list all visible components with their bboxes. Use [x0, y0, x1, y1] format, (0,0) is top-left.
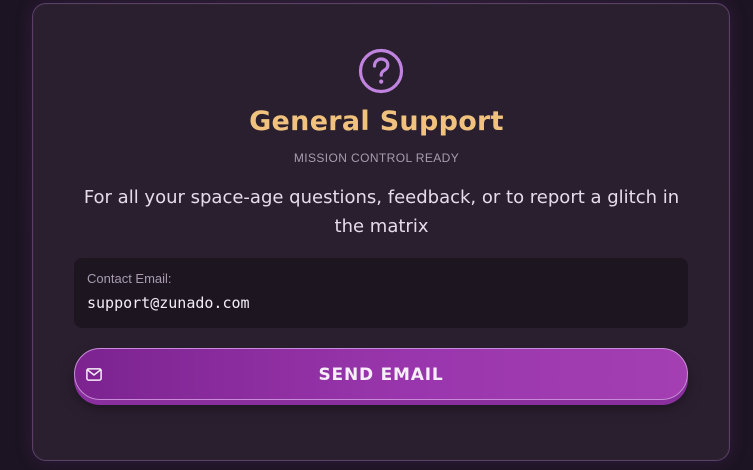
card-description: For all your space-age questions, feedba… — [83, 187, 680, 237]
question-circle-icon — [358, 48, 404, 94]
contact-email-box: Contact Email: support@zunado.com — [74, 258, 688, 328]
send-email-button[interactable]: SEND EMAIL — [74, 348, 688, 400]
page: General Support MISSION CONTROL READY Fo… — [0, 0, 753, 470]
contact-email-value[interactable]: support@zunado.com — [87, 294, 250, 312]
card-subtitle: MISSION CONTROL READY — [293, 151, 460, 165]
send-email-label: SEND EMAIL — [318, 365, 444, 385]
card-title: General Support — [249, 106, 504, 137]
contact-email-label: Contact Email: — [87, 271, 172, 286]
